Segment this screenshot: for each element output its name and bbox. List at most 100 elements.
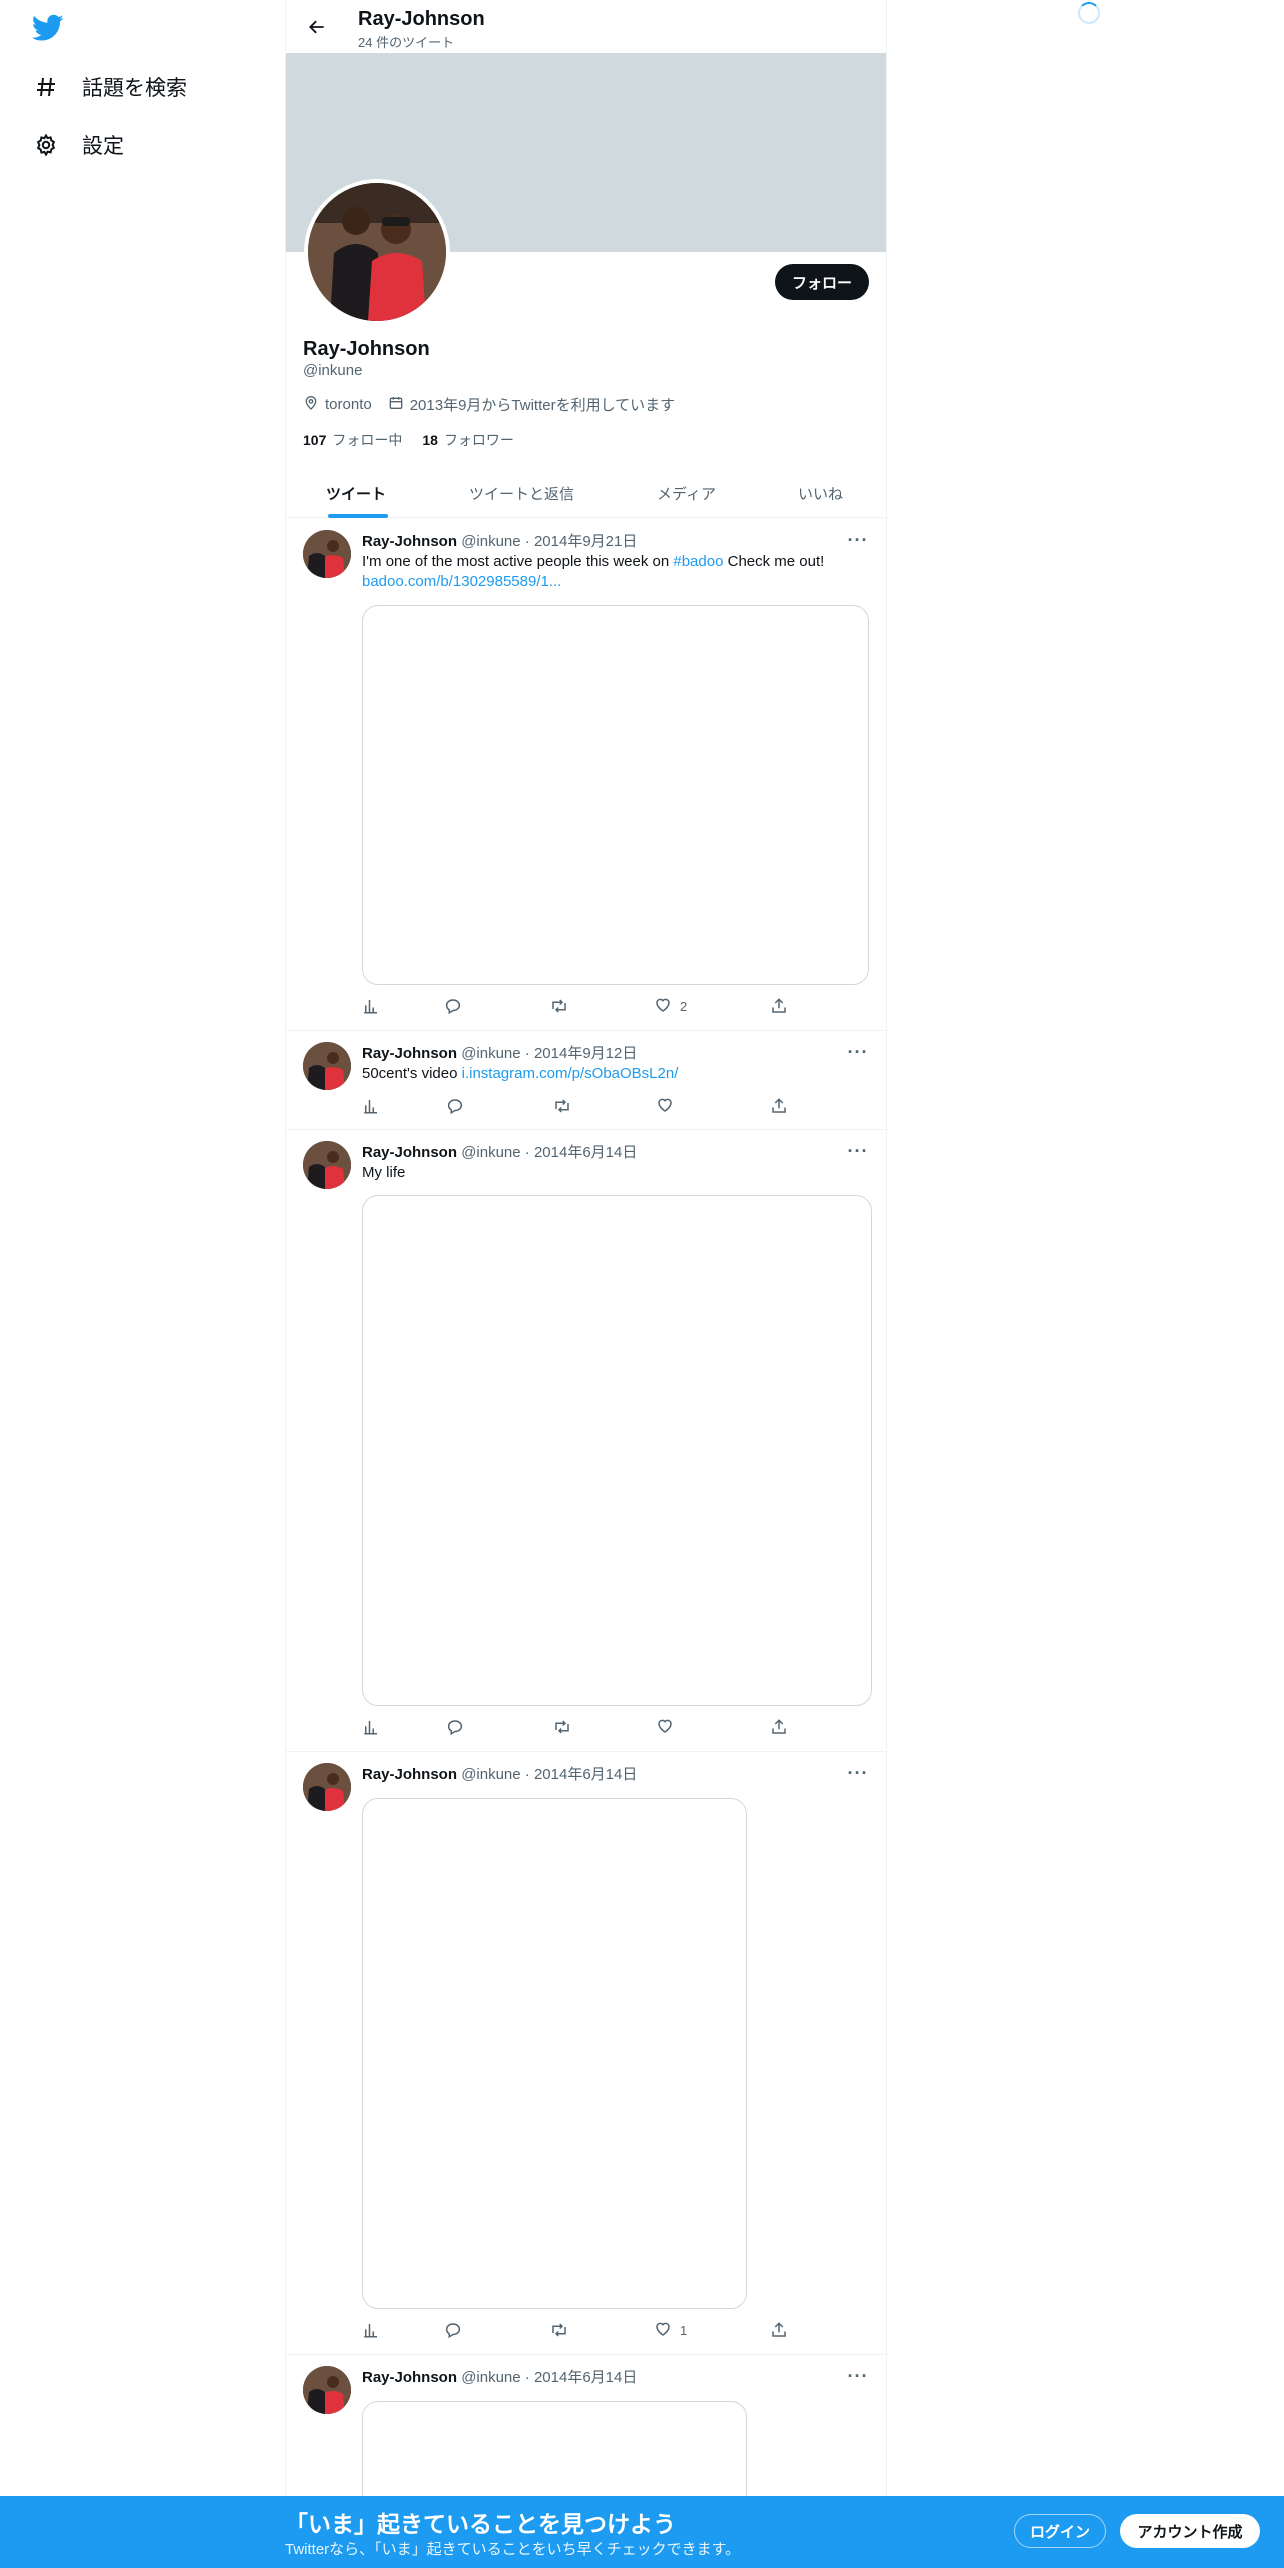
tweet-author-name[interactable]: Ray-Johnson (362, 1144, 457, 1161)
following-count: 107 (303, 432, 327, 448)
more-options-icon[interactable]: ··· (846, 1042, 870, 1062)
profile-name: Ray-Johnson (303, 338, 430, 360)
analytics-icon[interactable] (362, 1715, 380, 1739)
tab-tweets-and-replies[interactable]: ツイートと返信 (469, 470, 574, 517)
calendar-icon (388, 395, 404, 415)
profile-stats: 107 フォロー中 18 フォロワー (303, 430, 514, 450)
share-icon[interactable] (770, 1715, 788, 1739)
profile-meta: toronto 2013年9月からTwitterを利用しています (303, 394, 675, 415)
more-options-icon[interactable]: ··· (846, 1141, 870, 1161)
tweet-actions (362, 1715, 802, 1739)
tweet-author-name[interactable]: Ray-Johnson (362, 533, 457, 550)
reply-icon[interactable] (444, 2318, 462, 2342)
tweet-date[interactable]: 2014年9月21日 (534, 533, 637, 550)
joined-text: 2013年9月からTwitterを利用しています (409, 397, 676, 414)
hashtag-link[interactable]: #badoo (673, 553, 723, 570)
twitter-logo-icon[interactable] (31, 14, 64, 44)
tweet-url-link[interactable]: badoo.com/b/1302985589/1... (362, 573, 561, 590)
tab-tweets[interactable]: ツイート (326, 470, 386, 517)
tweet-text: I'm one of the most active people this w… (362, 552, 872, 592)
tweet[interactable]: Ray-Johnson @inkune · 2014年6月14日 ··· 1 (286, 1751, 886, 2355)
tweet-date[interactable]: 2014年6月14日 (534, 1144, 637, 1161)
tab-likes[interactable]: いいね (798, 470, 843, 517)
heart-icon (654, 996, 672, 1017)
signup-button[interactable]: アカウント作成 (1120, 2514, 1260, 2548)
tweet-author-name[interactable]: Ray-Johnson (362, 1045, 457, 1062)
tweet-actions: 1 (362, 2318, 802, 2342)
like-count: 2 (680, 998, 688, 1014)
tweet-media-card[interactable] (362, 1195, 872, 1706)
more-options-icon[interactable]: ··· (846, 2366, 870, 2386)
tweet-header: Ray-Johnson @inkune · 2014年6月14日 (362, 1141, 637, 1162)
tweet-avatar[interactable] (303, 530, 351, 578)
retweet-icon[interactable] (552, 1715, 572, 1739)
reply-icon[interactable] (446, 1094, 464, 1118)
like-button[interactable]: 2 (654, 994, 687, 1018)
sidebar-item-explore[interactable]: 話題を検索 (32, 62, 187, 112)
share-icon[interactable] (770, 994, 788, 1018)
tweet-author-handle[interactable]: @inkune (461, 1144, 520, 1161)
sidebar-item-label: 話題を検索 (82, 77, 187, 100)
heart-icon (656, 1096, 674, 1117)
header-profile-name: Ray-Johnson (358, 8, 485, 30)
tweet-text: 50cent's video i.instagram.com/p/sObaOBs… (362, 1064, 872, 1084)
login-button[interactable]: ログイン (1014, 2514, 1106, 2548)
avatar[interactable] (304, 179, 450, 325)
more-options-icon[interactable]: ··· (846, 530, 870, 550)
profile-joined: 2013年9月からTwitterを利用しています (388, 394, 675, 415)
more-options-icon[interactable]: ··· (846, 1763, 870, 1783)
followers-link[interactable]: 18 フォロワー (422, 430, 514, 450)
tweet-media-card[interactable] (362, 605, 869, 985)
tweet-avatar[interactable] (303, 1763, 351, 1811)
retweet-icon[interactable] (549, 2318, 569, 2342)
tweet-author-name[interactable]: Ray-Johnson (362, 1766, 457, 1783)
like-button[interactable] (656, 1715, 674, 1739)
like-button[interactable]: 1 (654, 2318, 687, 2342)
tweet-text-part: Check me out! (723, 553, 825, 570)
reply-icon[interactable] (444, 994, 462, 1018)
tweet-date[interactable]: 2014年6月14日 (534, 2369, 637, 2386)
location-text: toronto (325, 396, 372, 413)
tweet[interactable]: Ray-Johnson @inkune · 2014年6月14日 ··· My … (286, 1129, 886, 1752)
like-button[interactable] (656, 1094, 674, 1118)
tweet-date[interactable]: 2014年9月12日 (534, 1045, 637, 1062)
tweet-avatar[interactable] (303, 2366, 351, 2414)
tweet-text: My life (362, 1164, 406, 1181)
tab-media[interactable]: メディア (657, 470, 716, 517)
reply-icon[interactable] (446, 1715, 464, 1739)
tweet[interactable]: Ray-Johnson @inkune · 2014年6月14日 ··· (286, 2354, 886, 2523)
tweet-media-card[interactable] (362, 1798, 747, 2309)
analytics-icon[interactable] (362, 2318, 380, 2342)
tweet-avatar[interactable] (303, 1042, 351, 1090)
analytics-icon[interactable] (362, 994, 380, 1018)
tweet-header: Ray-Johnson @inkune · 2014年9月12日 (362, 1042, 637, 1063)
share-icon[interactable] (770, 1094, 788, 1118)
followers-label: フォロワー (443, 432, 514, 448)
tweet-header: Ray-Johnson @inkune · 2014年6月14日 (362, 2366, 637, 2387)
tweet-url-link[interactable]: i.instagram.com/p/sObaOBsL2n/ (462, 1065, 679, 1082)
retweet-icon[interactable] (552, 1094, 572, 1118)
tweet-author-handle[interactable]: @inkune (461, 533, 520, 550)
separator-dot: · (524, 533, 530, 550)
tweet-author-handle[interactable]: @inkune (461, 2369, 520, 2386)
tweet-date[interactable]: 2014年6月14日 (534, 1766, 637, 1783)
tweet-actions: 2 (362, 994, 802, 1018)
tweet-header: Ray-Johnson @inkune · 2014年9月21日 (362, 530, 637, 551)
share-icon[interactable] (770, 2318, 788, 2342)
tweet-author-name[interactable]: Ray-Johnson (362, 2369, 457, 2386)
back-arrow-icon[interactable] (300, 10, 334, 44)
analytics-icon[interactable] (362, 1094, 380, 1118)
tweet-author-handle[interactable]: @inkune (461, 1045, 520, 1062)
tweet[interactable]: Ray-Johnson @inkune · 2014年9月21日 ··· I'm… (286, 518, 886, 1031)
tweet-avatar[interactable] (303, 1141, 351, 1189)
sidebar-item-settings[interactable]: 設定 (32, 120, 124, 170)
tweet-author-handle[interactable]: @inkune (461, 1766, 520, 1783)
follow-button[interactable]: フォロー (775, 264, 869, 300)
tweet[interactable]: Ray-Johnson @inkune · 2014年9月12日 ··· 50c… (286, 1030, 886, 1130)
signup-banner-subtitle: Twitterなら、「いま」起きていることをいち早くチェックできます。 (285, 2541, 741, 2558)
retweet-icon[interactable] (549, 994, 569, 1018)
gear-icon (32, 131, 60, 159)
following-link[interactable]: 107 フォロー中 (303, 430, 402, 450)
separator-dot: · (524, 1144, 530, 1161)
heart-icon (656, 1717, 674, 1738)
